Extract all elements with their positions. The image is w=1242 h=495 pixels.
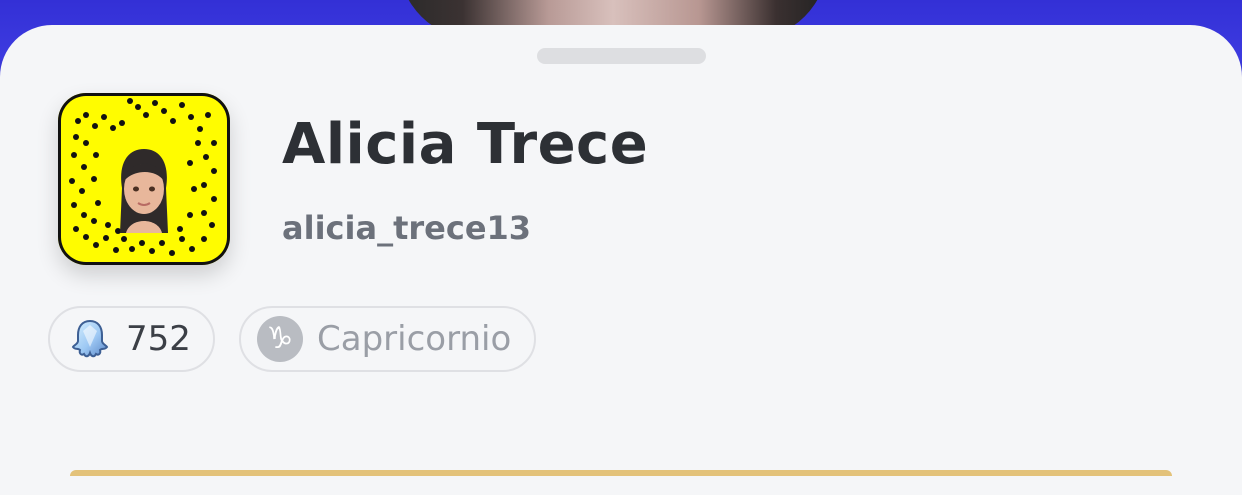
ghost-icon [71,319,109,358]
snapcode-dots-icon [69,98,217,256]
sheet-grabber[interactable] [537,48,706,64]
zodiac-chip[interactable]: ♑ Capricornio [239,306,536,372]
next-card-edge [70,470,1172,476]
snapcode[interactable] [58,93,230,265]
zodiac-label: Capricornio [317,319,512,359]
display-name: Alicia Trece [282,112,649,177]
snap-score-value: 752 [126,319,191,359]
username[interactable]: alicia_trece13 [282,209,531,247]
snap-score-chip[interactable]: 752 [48,306,215,372]
capricorn-icon: ♑ [257,316,303,362]
